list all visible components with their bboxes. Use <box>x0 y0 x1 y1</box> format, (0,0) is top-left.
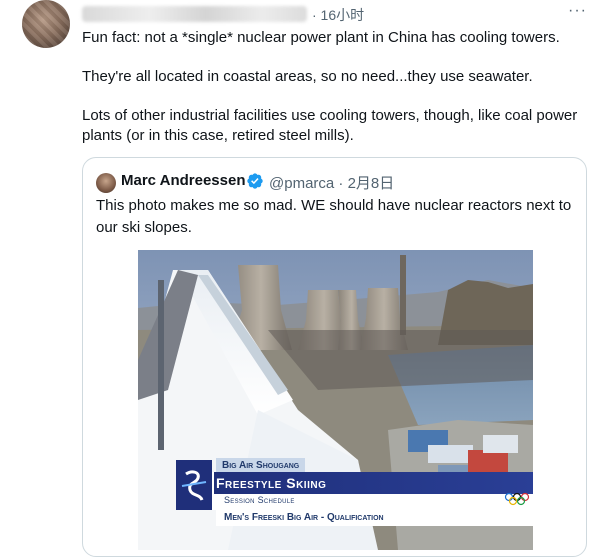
tweet-paragraph-2: They're all located in coastal areas, so… <box>82 68 533 85</box>
verified-badge-icon <box>247 173 263 189</box>
blurred-username[interactable] <box>82 6 307 22</box>
quoted-tweet-text: This photo makes me so mad. WE should ha… <box>96 197 572 236</box>
quoted-user-handle[interactable]: @pmarca · 2月8日 <box>269 172 394 193</box>
more-dots-icon[interactable]: ··· <box>568 2 587 20</box>
quoted-photo[interactable]: Big Air Shougang Freestyle Skiing Sessio… <box>138 250 533 550</box>
banner-event: Men's Freeski Big Air - Qualification <box>216 510 533 526</box>
banner-title: Freestyle Skiing <box>216 475 327 491</box>
banner-main: Freestyle Skiing Session Schedule <box>176 460 533 510</box>
quoted-tweet[interactable]: Marc Andreessen @pmarca · 2月8日 This phot… <box>82 157 587 557</box>
tweet-paragraph-1: Fun fact: not a *single* nuclear power p… <box>82 29 560 46</box>
olympic-rings-icon <box>504 492 530 506</box>
banner-venue: Big Air Shougang <box>216 458 306 473</box>
tweet-paragraph-3: Lots of other industrial facilities use … <box>82 107 578 144</box>
beijing-2022-logo-icon <box>176 460 212 510</box>
quoted-user-avatar[interactable] <box>96 173 116 193</box>
user-avatar[interactable] <box>22 0 70 48</box>
banner-subtitle: Session Schedule <box>224 495 295 505</box>
broadcast-banner: Big Air Shougang Freestyle Skiing Sessio… <box>138 250 533 550</box>
tweet-timestamp[interactable]: · 16小时 <box>312 5 364 25</box>
quoted-user-name[interactable]: Marc Andreessen <box>121 172 246 189</box>
